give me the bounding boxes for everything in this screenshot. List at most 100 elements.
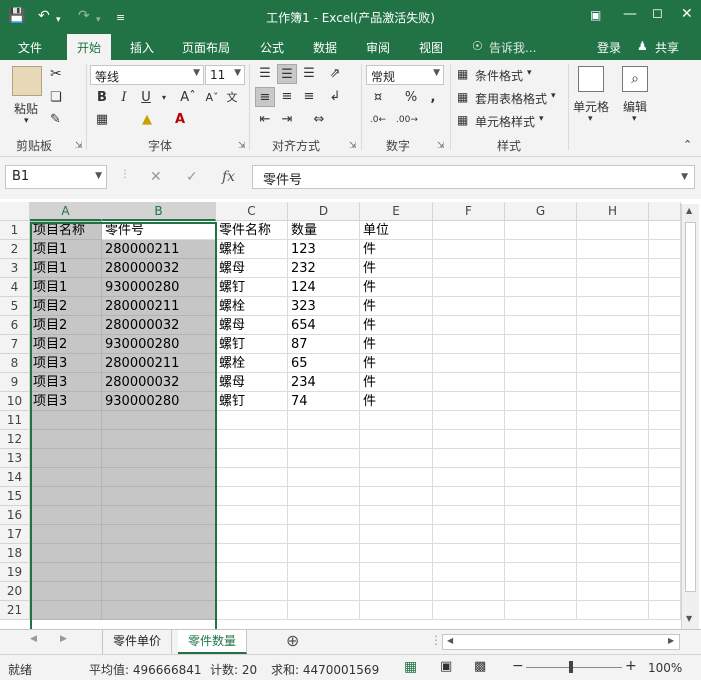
row-header[interactable]: 17 [0,525,30,544]
table-format-button[interactable]: 套用表格格式 [475,90,547,107]
cell[interactable]: 件 [360,354,433,373]
cell[interactable]: 74 [288,392,360,411]
chevron-down-icon[interactable]: ▾ [551,91,556,101]
cell[interactable] [577,544,649,563]
cell[interactable] [216,487,288,506]
cell[interactable] [288,544,360,563]
cell[interactable] [102,525,216,544]
cell[interactable] [360,487,433,506]
orientation-icon[interactable]: ⇗ [325,64,345,84]
row-header[interactable]: 15 [0,487,30,506]
column-header[interactable]: B [102,202,216,221]
maximize-icon[interactable]: ◻ [652,6,663,21]
scroll-left-icon[interactable]: ◀ [447,636,453,645]
fill-color-icon[interactable]: ▲ [137,110,157,130]
cell[interactable] [505,544,577,563]
cell[interactable] [30,449,102,468]
cell[interactable] [433,468,505,487]
cell[interactable] [102,449,216,468]
cell[interactable] [505,506,577,525]
cell[interactable] [30,487,102,506]
cell[interactable] [649,411,681,430]
row-header[interactable]: 7 [0,335,30,354]
cell[interactable] [288,601,360,620]
cell[interactable] [649,240,681,259]
cell[interactable] [433,259,505,278]
cell[interactable]: 654 [288,316,360,335]
page-break-view-icon[interactable]: ▩ [474,659,486,674]
cell[interactable] [433,316,505,335]
cell[interactable] [433,354,505,373]
cell[interactable] [505,373,577,392]
row-header[interactable]: 18 [0,544,30,563]
cell[interactable] [505,525,577,544]
sheet-tab-parts-price[interactable]: 零件单价 [102,630,173,654]
cell[interactable]: 项目1 [30,259,102,278]
cell[interactable] [505,582,577,601]
column-header[interactable]: H [577,202,649,221]
column-header-empty[interactable] [649,202,681,221]
cell[interactable] [30,601,102,620]
cut-icon[interactable]: ✂ [50,66,62,82]
cell[interactable] [288,430,360,449]
cell[interactable]: 65 [288,354,360,373]
name-box[interactable]: B1 ▼ [5,165,107,189]
cell[interactable] [30,525,102,544]
column-header[interactable]: F [433,202,505,221]
cell[interactable] [505,297,577,316]
cell[interactable] [505,221,577,240]
cell[interactable] [216,430,288,449]
cell[interactable] [288,525,360,544]
cell[interactable] [102,468,216,487]
cell[interactable] [30,506,102,525]
tell-me-search[interactable]: 告诉我... [489,39,536,56]
cell[interactable] [102,487,216,506]
number-launcher-icon[interactable]: ⇲ [437,141,445,151]
cell[interactable]: 930000280 [102,335,216,354]
minimize-icon[interactable]: — [623,6,637,22]
cell[interactable] [649,487,681,506]
cell[interactable] [433,449,505,468]
cell[interactable]: 零件号 [102,221,216,240]
cell[interactable] [216,525,288,544]
cell[interactable] [433,487,505,506]
cell[interactable]: 280000032 [102,316,216,335]
scroll-thumb[interactable] [685,222,696,592]
insert-function-button[interactable]: fx [222,169,235,185]
scroll-up-icon[interactable]: ▲ [686,206,692,215]
cell[interactable] [577,278,649,297]
cell[interactable] [30,430,102,449]
zoom-slider-track[interactable] [526,667,622,668]
cell[interactable] [433,563,505,582]
ribbon-display-icon[interactable]: ▣ [590,8,601,22]
cell[interactable]: 项目1 [30,278,102,297]
cell[interactable] [433,411,505,430]
row-header[interactable]: 6 [0,316,30,335]
cell[interactable] [505,563,577,582]
sheet-tab-parts-quantity[interactable]: 零件数量 [178,630,248,654]
cell[interactable]: 232 [288,259,360,278]
cell[interactable] [288,582,360,601]
cell[interactable] [505,468,577,487]
cell[interactable] [649,525,681,544]
copy-icon[interactable]: ❏ [50,90,62,105]
cell[interactable] [216,411,288,430]
cell[interactable] [649,354,681,373]
cell[interactable] [216,601,288,620]
cell[interactable]: 323 [288,297,360,316]
tab-formulas[interactable]: 公式 [260,39,284,56]
cell[interactable] [577,259,649,278]
cell[interactable] [649,544,681,563]
cell[interactable] [505,601,577,620]
cell[interactable]: 280000211 [102,240,216,259]
column-header[interactable]: D [288,202,360,221]
tab-insert[interactable]: 插入 [130,39,154,56]
border-icon[interactable]: ▦ [92,110,112,130]
cell[interactable] [577,316,649,335]
chevron-down-icon[interactable]: ▾ [539,114,544,124]
cell[interactable] [360,506,433,525]
bold-button[interactable]: B [92,88,112,108]
cell[interactable] [360,468,433,487]
cell[interactable] [577,392,649,411]
cell[interactable] [102,411,216,430]
